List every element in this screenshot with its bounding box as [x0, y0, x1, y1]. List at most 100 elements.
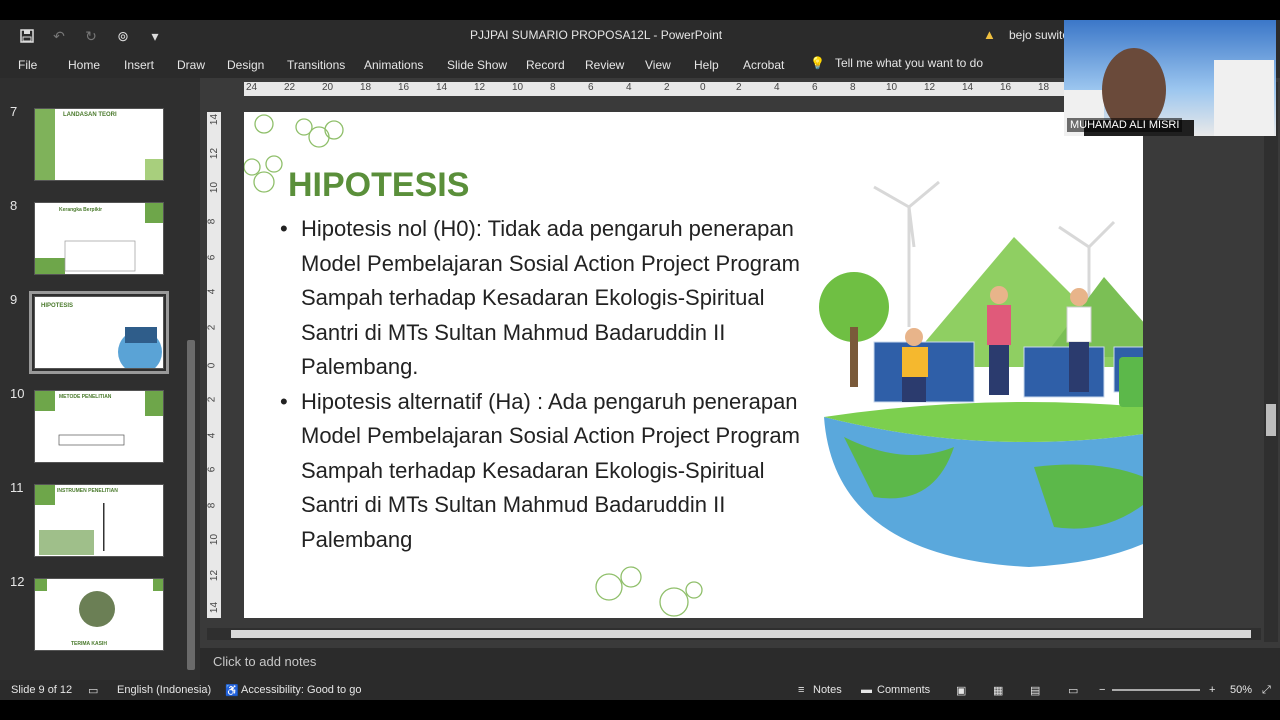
slide-show-icon[interactable]: ▭	[1068, 684, 1078, 697]
ruler-tick-label: 4	[774, 82, 780, 93]
bullet-list[interactable]: Hipotesis nol (H0): Tidak ada pengaruh p…	[280, 212, 820, 557]
scroll-thumb[interactable]	[231, 630, 1251, 638]
tab-review[interactable]: Review	[585, 58, 624, 72]
slide-canvas[interactable]: HIPOTESIS Hipotesis nol (H0): Tidak ada …	[244, 112, 1143, 618]
slide-counter: Slide 9 of 12	[11, 684, 73, 696]
ruler-tick-label: 10	[209, 533, 221, 546]
ruler-tick-label: 4	[207, 432, 218, 439]
ruler-tick-label: 10	[512, 82, 524, 93]
ruler-tick-label: 14	[209, 113, 221, 126]
notes-icon[interactable]: ≡	[798, 684, 804, 696]
language-indicator[interactable]: English (Indonesia)	[117, 684, 211, 696]
vertical-ruler[interactable]: 14 12 10 8 6 4 2 0 2 4 6 8 10 12 14	[207, 112, 221, 618]
spell-check-icon[interactable]: ▭	[88, 684, 98, 697]
tab-draw[interactable]: Draw	[177, 58, 205, 72]
tab-acrobat[interactable]: Acrobat	[743, 58, 784, 72]
slide-title[interactable]: HIPOTESIS	[288, 166, 469, 205]
tab-insert[interactable]: Insert	[124, 58, 154, 72]
ruler-tick-label: 14	[209, 601, 221, 614]
normal-view-icon[interactable]: ▣	[956, 684, 966, 697]
ruler-tick-label: 6	[812, 82, 818, 93]
ruler-tick-label: 4	[626, 82, 632, 93]
horizontal-ruler[interactable]: 24 22 20 18 16 14 12 10 8 6 4 2 0 2 4 6 …	[244, 82, 1066, 96]
ruler-tick-label: 22	[284, 82, 296, 93]
slide-thumbnail-10[interactable]: METODE PENELITIAN	[34, 390, 164, 463]
ruler-tick-label: 8	[850, 82, 856, 93]
slide-number-8: 8	[10, 198, 18, 213]
tab-transitions[interactable]: Transitions	[287, 58, 345, 72]
ruler-tick-label: 18	[1038, 82, 1050, 93]
customize-toolbar-icon[interactable]: ▾	[146, 27, 164, 45]
redo-icon[interactable]: ↻	[82, 27, 100, 45]
scroll-thumb[interactable]	[1266, 404, 1276, 436]
tab-file[interactable]: File	[18, 58, 37, 72]
thumbnail-scroll-thumb[interactable]	[187, 340, 195, 670]
accessibility-icon[interactable]: ♿	[225, 684, 239, 697]
tab-help[interactable]: Help	[694, 58, 719, 72]
slide-thumbnail-11[interactable]: INSTRUMEN PENELITIAN	[34, 484, 164, 557]
bullet-item: Hipotesis nol (H0): Tidak ada pengaruh p…	[280, 212, 820, 385]
vertical-scrollbar[interactable]	[1264, 82, 1278, 642]
quick-access-toolbar: ↶ ↻ ⊚ ▾	[0, 20, 164, 52]
tab-animations[interactable]: Animations	[364, 58, 423, 72]
document-title: PJJPAI SUMARIO PROPOSA12L - PowerPoint	[470, 28, 723, 42]
zoom-in-icon[interactable]: +	[1209, 684, 1215, 696]
tab-home[interactable]: Home	[68, 58, 100, 72]
accessibility-status[interactable]: Accessibility: Good to go	[241, 684, 361, 696]
tell-me-label: Tell me what you want to do	[834, 56, 984, 70]
ruler-tick-label: 0	[207, 362, 218, 369]
ruler-tick-label: 2	[207, 396, 218, 403]
ruler-tick-label: 10	[209, 181, 221, 194]
ruler-tick-label: 8	[207, 218, 218, 225]
ruler-tick-label: 2	[736, 82, 742, 93]
slide-thumbnail-12[interactable]: TERIMA KASIH	[34, 578, 164, 651]
lightbulb-icon: 💡	[810, 56, 825, 70]
present-from-beginning-icon[interactable]: ⊚	[114, 27, 132, 45]
ruler-tick-label: 2	[207, 324, 218, 331]
ruler-tick-label: 6	[588, 82, 594, 93]
eco-earth-illustration	[819, 180, 1143, 567]
notes-button[interactable]: Notes	[813, 684, 842, 696]
ruler-tick-label: 20	[322, 82, 334, 93]
tab-design[interactable]: Design	[227, 58, 264, 72]
zoom-slider[interactable]	[1112, 689, 1200, 691]
tab-record[interactable]: Record	[526, 58, 565, 72]
ruler-tick-label: 12	[209, 569, 221, 582]
slide-thumbnail-7[interactable]: LANDASAN TEORI	[34, 108, 164, 181]
tab-slide-show[interactable]: Slide Show	[447, 58, 507, 72]
ruler-tick-label: 16	[1000, 82, 1012, 93]
ruler-tick-label: 14	[962, 82, 974, 93]
zoom-level[interactable]: 50%	[1230, 684, 1252, 696]
bullet-item: Hipotesis alternatif (Ha) : Ada pengaruh…	[280, 385, 820, 558]
horizontal-scrollbar[interactable]	[207, 628, 1261, 640]
warning-icon[interactable]: ▲	[983, 27, 996, 42]
ruler-tick-label: 16	[398, 82, 410, 93]
slide-thumbnail-8[interactable]: Kerangka Berpikir	[34, 202, 164, 275]
ruler-tick-label: 18	[360, 82, 372, 93]
user-name[interactable]: bejo suwito	[1009, 28, 1069, 42]
comments-icon[interactable]: ▬	[861, 684, 872, 696]
top-black-bar	[0, 0, 1280, 20]
thumb-title: METODE PENELITIAN	[59, 394, 112, 400]
reading-view-icon[interactable]: ▤	[1030, 684, 1040, 697]
undo-icon[interactable]: ↶	[50, 27, 68, 45]
notes-pane[interactable]: Click to add notes	[200, 648, 1280, 680]
tab-view[interactable]: View	[645, 58, 671, 72]
ruler-tick-label: 4	[207, 288, 218, 295]
thumbnail-scrollbar[interactable]	[185, 80, 197, 680]
ruler-tick-label: 2	[664, 82, 670, 93]
ruler-tick-label: 8	[550, 82, 556, 93]
slide-number-11: 11	[10, 480, 24, 495]
zoom-out-icon[interactable]: −	[1099, 684, 1105, 696]
slide-number-9: 9	[10, 292, 18, 307]
slide-thumbnail-9[interactable]: HIPOTESIS	[29, 291, 169, 374]
slide-sorter-icon[interactable]: ▦	[993, 684, 1003, 697]
thumb-title: Kerangka Berpikir	[59, 207, 103, 213]
thumb-title: LANDASAN TEORI	[63, 112, 117, 118]
ruler-tick-label: 14	[436, 82, 448, 93]
participant-name: MUHAMAD ALI MISRI	[1067, 118, 1183, 132]
save-icon[interactable]	[18, 27, 36, 45]
tell-me-search[interactable]: 💡 Tell me what you want to do	[810, 56, 983, 70]
comments-button[interactable]: Comments	[877, 684, 930, 696]
fit-to-window-icon[interactable]: ⤢	[1262, 684, 1271, 697]
